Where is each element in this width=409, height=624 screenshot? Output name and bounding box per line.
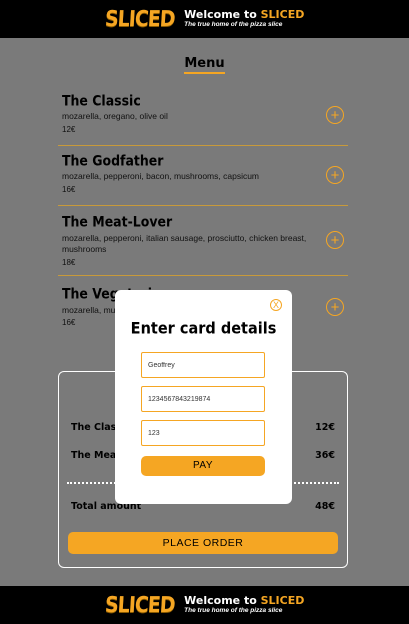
welcome-text: Welcome to SLICED <box>184 9 304 20</box>
footer-welcome-text: Welcome to SLICED <box>184 595 304 606</box>
menu-title-text: Menu <box>184 56 225 74</box>
footer-tagline-text: The true home of the pizza slice <box>184 607 283 615</box>
tagline-text: The true home of the pizza slice <box>184 21 283 29</box>
footer-tagline: Welcome to SLICED The true home of the p… <box>184 595 304 615</box>
cvv-input[interactable] <box>141 420 265 446</box>
header-bar: SLICED Welcome to SLICED The true home o… <box>0 0 409 38</box>
add-item-button[interactable]: + <box>326 106 344 124</box>
menu-item-description: mozarella, oregano, olive oil <box>62 111 168 121</box>
menu-item-name: The Classic <box>62 92 141 109</box>
header-tagline: Welcome to SLICED The true home of the p… <box>184 9 304 29</box>
total-value: 48€ <box>315 501 335 512</box>
card-number-input[interactable] <box>141 386 265 412</box>
menu-item-price: 16€ <box>62 318 76 327</box>
add-item-button[interactable]: + <box>326 231 344 249</box>
modal-title: Enter card details <box>130 320 277 338</box>
footer-welcome-prefix: Welcome to <box>184 594 261 608</box>
place-order-button[interactable]: PLACE ORDER <box>68 532 338 554</box>
menu-item: The Meat-Lover mozarella, pepperoni, ita… <box>58 208 348 276</box>
pay-button[interactable]: PAY <box>141 456 265 476</box>
menu-item-name: The Godfather <box>62 152 164 169</box>
add-item-button[interactable]: + <box>326 166 344 184</box>
menu-item-price: 16€ <box>62 185 76 194</box>
order-line-price: 36€ <box>315 450 335 461</box>
close-icon[interactable]: X <box>270 299 282 311</box>
card-details-modal: X Enter card details PAY <box>115 290 292 504</box>
menu-title: Menu <box>0 56 409 74</box>
menu-item-description: mozarella, pepperoni, italian sausage, p… <box>62 233 307 254</box>
menu-item-price: 18€ <box>62 258 76 267</box>
order-line-price: 12€ <box>315 422 335 433</box>
menu-item-price: 12€ <box>62 125 76 134</box>
add-item-button[interactable]: + <box>326 298 344 316</box>
menu-item-name: The Meat-Lover <box>62 213 173 230</box>
footer-welcome-brand: SLICED <box>260 594 305 608</box>
logo[interactable]: SLICED <box>104 6 175 31</box>
footer-logo[interactable]: SLICED <box>104 592 175 617</box>
welcome-prefix: Welcome to <box>184 8 261 22</box>
footer-bar: SLICED Welcome to SLICED The true home o… <box>0 586 409 624</box>
cardholder-name-input[interactable] <box>141 352 265 378</box>
welcome-brand: SLICED <box>260 8 305 22</box>
menu-item: The Classic mozarella, oregano, olive oi… <box>58 88 348 146</box>
menu-item-description: mozarella, pepperoni, bacon, mushrooms, … <box>62 171 260 181</box>
menu-item: The Godfather mozarella, pepperoni, baco… <box>58 148 348 206</box>
